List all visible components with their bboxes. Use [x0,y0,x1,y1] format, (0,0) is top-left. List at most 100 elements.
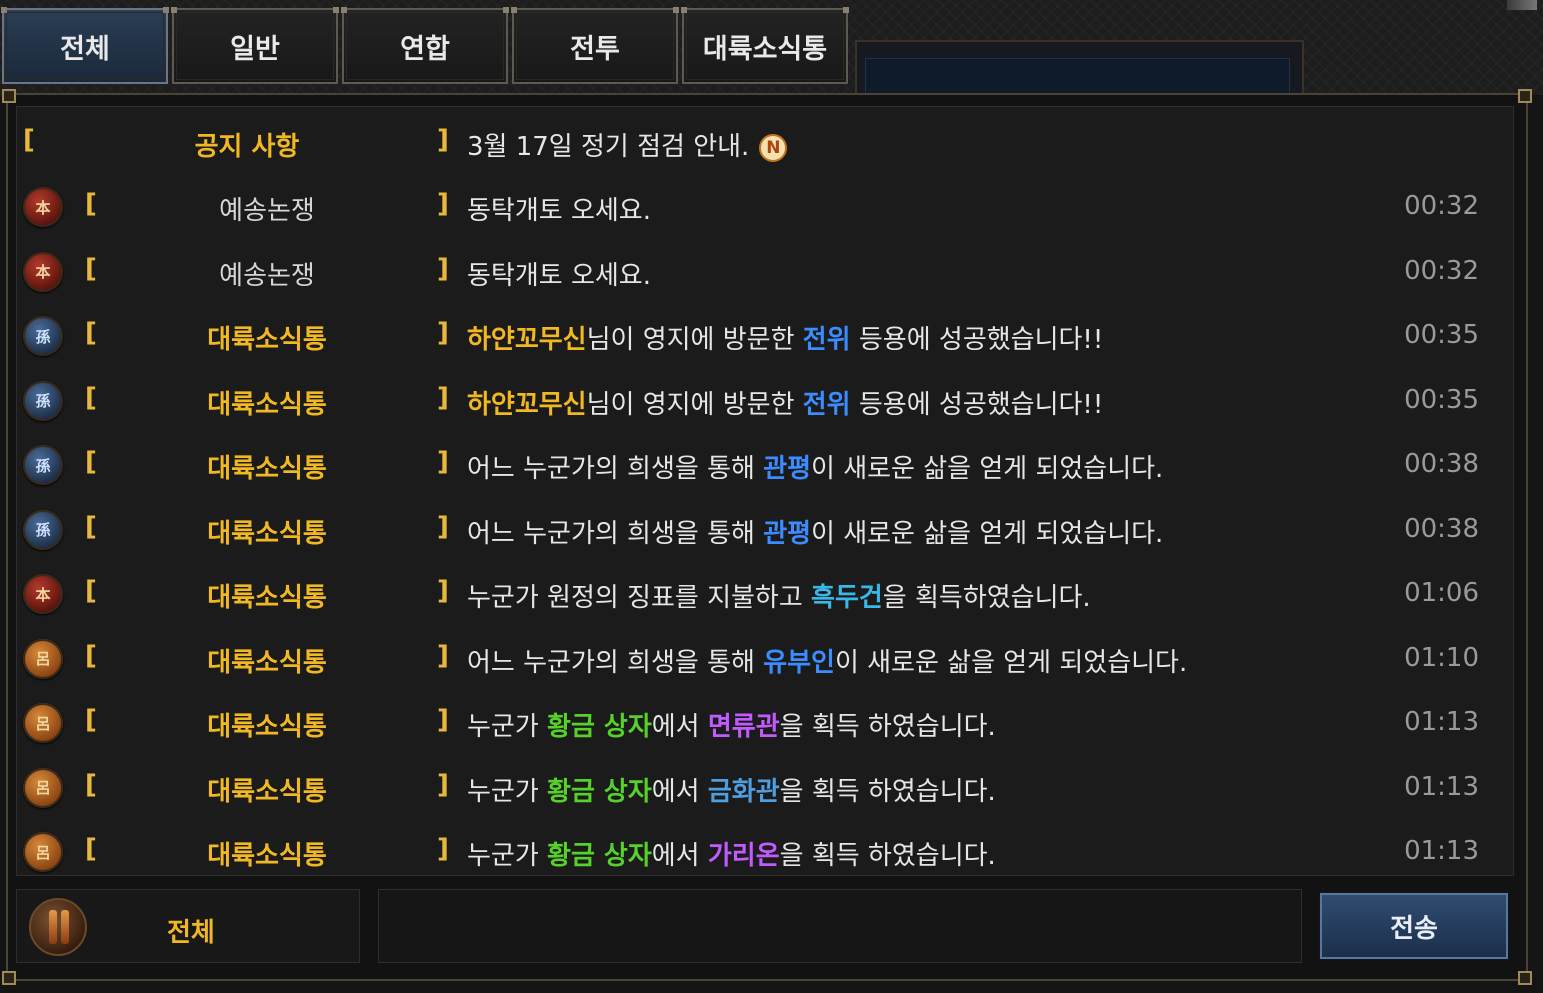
message-channel[interactable]: 대륙소식통 [117,642,417,679]
orange-faction-emblem-icon[interactable]: 呂 [23,703,63,743]
tab-alliance[interactable]: 연합 [341,7,509,84]
highlighted-text[interactable]: 관평 [763,454,811,484]
chat-tab-bar: 전체 일반 연합 전투 대륙소식통 [1,7,849,88]
chat-message-row[interactable]: 孫 [대륙소식통] 하얀꼬무신님이 영지에 방문한 전위 등용에 성공했습니다!! 0… [17,369,1515,433]
message-channel[interactable]: 대륙소식통 [117,706,417,743]
orange-faction-emblem-icon[interactable]: 呂 [23,767,63,808]
chat-message-row[interactable]: 孫 [대륙소식통] 하얀꼬무신님이 영지에 방문한 전위 등용에 성공했습니다!! 0… [17,304,1515,368]
highlighted-text[interactable]: 관평 [763,519,811,549]
bracket-open: [ [85,705,97,735]
blue-faction-emblem-icon[interactable]: 孫 [23,509,63,550]
message-fragment: 에서 [651,712,708,742]
highlighted-text[interactable]: 하얀꼬무신 [467,390,587,420]
message-fragment: 에서 [651,841,708,871]
message-fragment: 누군가 [467,712,548,742]
message-channel[interactable]: 예송논쟁 [117,190,417,227]
orange-faction-emblem-icon[interactable]: 呂 [23,832,63,872]
bracket-close: ] [437,318,449,348]
tab-battle[interactable]: 전투 [511,7,679,84]
message-fragment: 을 획득 하였습니다. [779,776,996,807]
message-text: 누군가 황금 상자에서 면류관을 획득 하였습니다. [467,706,996,743]
message-timestamp: 01:13 [1404,707,1479,737]
message-fragment: 누군가 [467,776,548,807]
highlighted-text[interactable]: 유부인 [763,648,835,678]
highlighted-text[interactable]: 황금 상자 [547,777,652,807]
red-faction-emblem-icon[interactable]: 本 [23,574,63,614]
message-fragment: 어느 누군가의 희생을 통해 [467,647,764,678]
blue-faction-emblem-icon[interactable]: 孫 [23,445,63,485]
message-timestamp: 00:38 [1404,513,1479,544]
bracket-open: [ [85,834,97,864]
tab-continent-news[interactable]: 대륙소식통 [681,7,849,84]
chat-message-row[interactable]: 呂 [대륙소식통] 누군가 황금 상자에서 금화관을 획득 하였습니다. 01:13 [17,756,1515,820]
bracket-close: ] [437,253,449,284]
bracket-close: ] [437,511,449,542]
highlighted-text[interactable]: 황금 상자 [547,841,652,871]
message-channel[interactable]: 대륙소식통 [117,835,417,872]
highlighted-text[interactable]: 황금 상자 [547,712,652,742]
message-fragment: 님이 영지에 방문한 [586,389,803,420]
bracket-open: [ [85,640,97,671]
highlighted-text[interactable]: 전위 [803,325,851,355]
message-timestamp: 01:06 [1404,578,1479,608]
blue-faction-emblem-icon[interactable]: 孫 [23,316,63,356]
highlighted-text[interactable]: 흑두건 [811,583,883,613]
orange-faction-emblem-icon[interactable]: 呂 [23,638,63,679]
highlighted-text[interactable]: 면류관 [708,712,780,742]
message-channel[interactable]: 대륙소식통 [117,384,417,421]
message-text: 어느 누군가의 희생을 통해 관평이 새로운 삶을 얻게 되었습니다. [467,513,1163,550]
red-faction-emblem-icon[interactable]: 本 [23,251,63,292]
highlighted-text[interactable]: 금화관 [708,777,780,807]
tab-all[interactable]: 전체 [1,7,169,84]
message-timestamp: 01:10 [1404,642,1479,673]
message-text: 어느 누군가의 희생을 통해 유부인이 새로운 삶을 얻게 되었습니다. [467,642,1187,679]
frame-corner [2,89,16,103]
message-fragment: 어느 누군가의 희생을 통해 [467,454,764,484]
chat-message-row[interactable]: 本 [예송논쟁] 동탁개토 오세요. 00:32 [17,175,1515,239]
notice-message[interactable]: 3월 17일 정기 점검 안내. N [467,126,788,163]
blue-faction-emblem-icon[interactable]: 孫 [23,380,63,421]
window-corner-decoration [1507,0,1537,10]
message-fragment: 등용에 성공했습니다!! [850,325,1104,355]
chat-input[interactable] [378,889,1302,963]
message-channel[interactable]: 대륙소식통 [117,448,417,485]
chat-message-row[interactable]: 本 [예송논쟁] 동탁개토 오세요. 00:32 [17,240,1515,304]
message-channel[interactable]: 예송논쟁 [117,255,417,292]
tab-general[interactable]: 일반 [171,7,339,84]
chat-message-row[interactable]: 孫 [대륙소식통] 어느 누군가의 희생을 통해 관평이 새로운 삶을 얻게 되었습… [17,498,1515,562]
bracket-close: ] [437,705,449,735]
message-fragment: 동탁개토 오세요. [467,196,651,226]
message-fragment: 을 획득하였습니다. [882,583,1091,613]
message-channel[interactable]: 대륙소식통 [117,513,417,550]
bracket-open: [ [23,125,35,155]
notice-row[interactable]: [ 공지 사항 ] 3월 17일 정기 점검 안내. N [17,111,1515,175]
bracket-open: [ [85,382,97,413]
selected-channel-label: 전체 [167,918,215,948]
message-channel[interactable]: 대륙소식통 [117,319,417,356]
red-faction-emblem-icon[interactable]: 本 [23,187,63,227]
message-channel[interactable]: 대륙소식통 [117,771,417,808]
highlighted-text[interactable]: 하얀꼬무신 [467,325,587,355]
send-button[interactable]: 전송 [1319,892,1509,960]
bracket-open: [ [85,318,97,348]
bracket-close: ] [437,189,449,219]
chat-message-row[interactable]: 呂 [대륙소식통] 누군가 황금 상자에서 가리온을 획득 하였습니다. 01:13 [17,820,1515,884]
bracket-close: ] [437,382,449,413]
chat-message-row[interactable]: 本 [대륙소식통] 누군가 원정의 징표를 지불하고 흑두건을 획득하였습니다. 01… [17,562,1515,626]
message-timestamp: 00:32 [1404,191,1479,221]
bracket-close: ] [437,125,449,155]
highlighted-text[interactable]: 가리온 [708,841,780,871]
message-channel[interactable]: 대륙소식통 [117,577,417,614]
message-timestamp: 00:35 [1404,320,1479,350]
chat-message-row[interactable]: 呂 [ 대륙소식통] 누군가 황금 상자에서 면류관을 획득 하였습니다. 01:13 [17,691,1515,755]
highlighted-text[interactable]: 전위 [803,390,851,420]
chat-channel-selector[interactable]: 전체 [16,889,360,963]
frame-corner [2,971,16,985]
chat-log[interactable]: [ 공지 사항 ] 3월 17일 정기 점검 안내. N 本 [예송논쟁] 동탁개토 … [16,106,1514,876]
message-fragment: 누군가 원정의 징표를 지불하고 [467,583,812,613]
chat-message-row[interactable]: 呂 [대륙소식통] 어느 누군가의 희생을 통해 유부인이 새로운 삶을 얻게 되었… [17,627,1515,691]
scroll-icon[interactable] [29,898,87,956]
chat-message-row[interactable]: 孫 [대륙소식통] 어느 누군가의 희생을 통해 관평이 새로운 삶을 얻게 되었습… [17,433,1515,497]
notice-message-text: 3월 17일 정기 점검 안내. [467,132,750,162]
message-text: 누군가 황금 상자에서 금화관을 획득 하였습니다. [467,771,996,808]
